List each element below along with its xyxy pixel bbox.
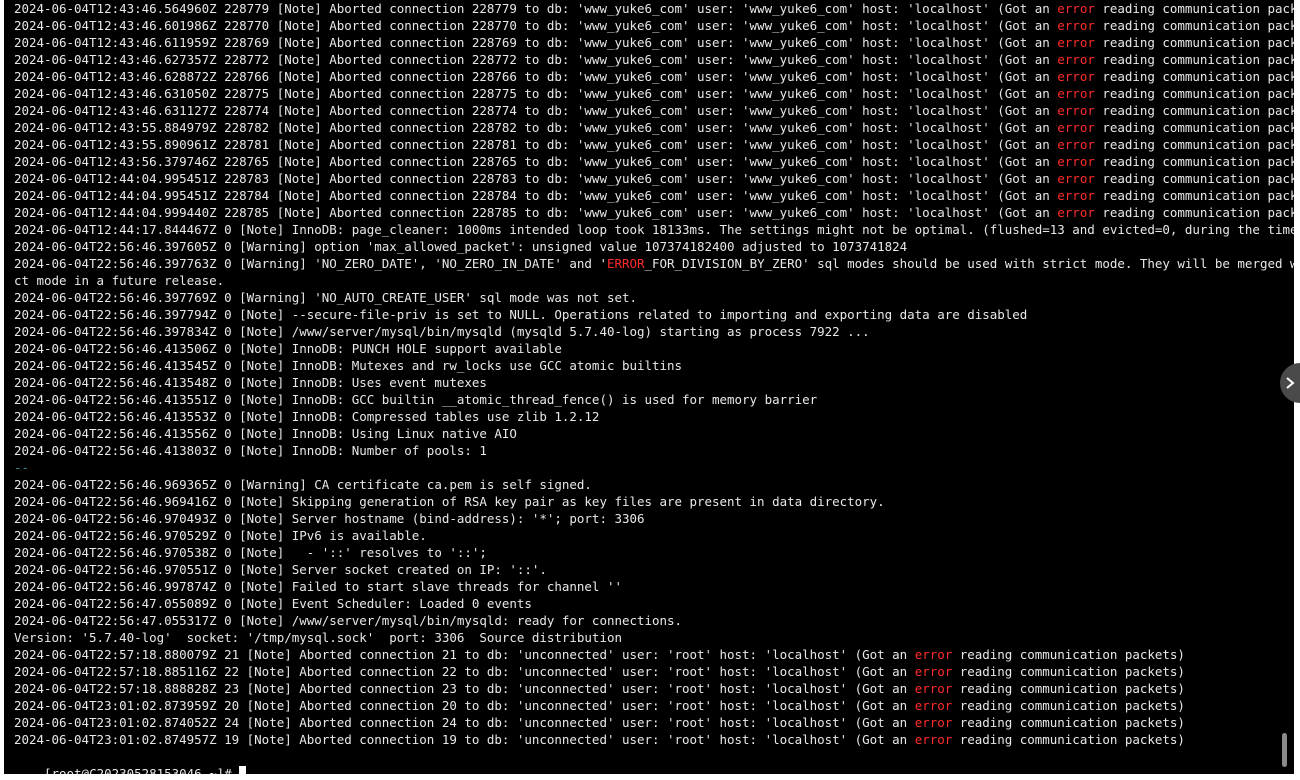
error-keyword: error (1057, 18, 1095, 33)
log-line: 2024-06-04T22:56:46.970538Z 0 [Note] - '… (14, 545, 487, 560)
error-keyword: error (914, 647, 953, 662)
error-keyword: error (1057, 188, 1095, 203)
log-line: 2024-06-04T12:43:46.601986Z 228770 [Note… (14, 18, 1294, 33)
log-line: 2024-06-04T12:43:46.628872Z 228766 [Note… (14, 69, 1294, 84)
log-line: 2024-06-04T22:56:46.397769Z 0 [Warning] … (14, 290, 637, 305)
log-line: 2024-06-04T12:43:46.564960Z 228779 [Note… (14, 1, 1294, 16)
error-keyword: error (1057, 52, 1095, 67)
log-line: 2024-06-04T12:43:46.631050Z 228775 [Note… (14, 86, 1294, 101)
log-line: 2024-06-04T23:01:02.874052Z 24 [Note] Ab… (14, 715, 1185, 730)
chevron-right-icon (1286, 377, 1295, 389)
log-line: 2024-06-04T22:56:46.413551Z 0 [Note] Inn… (14, 392, 818, 407)
log-line: 2024-06-04T22:56:46.413553Z 0 [Note] Inn… (14, 409, 600, 424)
log-line: 2024-06-04T22:56:46.397605Z 0 [Warning] … (14, 239, 908, 254)
terminal-window[interactable]: 2024-06-04T12:43:46.564960Z 228779 [Note… (4, 0, 1294, 774)
error-keyword: error (914, 664, 953, 679)
error-keyword: error (914, 681, 953, 696)
error-keyword: error (1057, 120, 1095, 135)
error-keyword: error (914, 732, 953, 747)
log-line: 2024-06-04T22:56:46.413545Z 0 [Note] Inn… (14, 358, 683, 373)
error-keyword: error (1057, 103, 1095, 118)
log-line: 2024-06-04T22:56:46.397834Z 0 [Note] /ww… (14, 324, 870, 339)
log-line: -- (14, 459, 1276, 476)
error-keyword: error (1057, 86, 1095, 101)
log-line: 2024-06-04T12:44:04.995451Z 228784 [Note… (14, 188, 1294, 203)
error-keyword: ERROR (606, 256, 645, 271)
log-line: 2024-06-04T22:56:46.970551Z 0 [Note] Ser… (14, 562, 547, 577)
error-keyword: error (1057, 1, 1095, 16)
error-keyword: error (1057, 69, 1095, 84)
log-line: 2024-06-04T22:57:18.888828Z 23 [Note] Ab… (14, 681, 1185, 696)
command-prompt-line[interactable]: [root@C20230528153046 ~]# (14, 748, 247, 774)
command-prompt: [root@C20230528153046 ~]# (44, 766, 240, 774)
log-separator: -- (14, 460, 30, 475)
log-line: 2024-06-04T22:56:46.413803Z 0 [Note] Inn… (14, 443, 487, 458)
log-line: 2024-06-04T22:56:46.413506Z 0 [Note] Inn… (14, 341, 562, 356)
error-keyword: error (1057, 137, 1095, 152)
log-line: 2024-06-04T12:44:04.999440Z 228785 [Note… (14, 205, 1294, 220)
log-line: Version: '5.7.40-log' socket: '/tmp/mysq… (14, 630, 622, 645)
log-line: 2024-06-04T22:56:46.397763Z 0 [Warning] … (14, 256, 1294, 271)
log-line: 2024-06-04T22:56:46.969365Z 0 [Warning] … (14, 477, 592, 492)
log-line: 2024-06-04T12:43:55.884979Z 228782 [Note… (14, 120, 1294, 135)
log-line: 2024-06-04T12:43:46.627357Z 228772 [Note… (14, 52, 1294, 67)
log-line: 2024-06-04T22:56:46.413548Z 0 [Note] Inn… (14, 375, 487, 390)
log-line: 2024-06-04T22:57:18.885116Z 22 [Note] Ab… (14, 664, 1185, 679)
log-line: 2024-06-04T22:56:46.970493Z 0 [Note] Ser… (14, 511, 645, 526)
terminal-output: 2024-06-04T12:43:46.564960Z 228779 [Note… (14, 0, 1294, 748)
log-line: 2024-06-04T12:43:56.379746Z 228765 [Note… (14, 154, 1294, 169)
log-line: 2024-06-04T22:56:46.397794Z 0 [Note] --s… (14, 307, 1028, 322)
error-keyword: error (1057, 35, 1095, 50)
log-line: 2024-06-04T12:44:04.995451Z 228783 [Note… (14, 171, 1294, 186)
log-line: 2024-06-04T12:43:55.890961Z 228781 [Note… (14, 137, 1294, 152)
log-line: 2024-06-04T22:56:46.970529Z 0 [Note] IPv… (14, 528, 427, 543)
error-keyword: error (1057, 154, 1095, 169)
log-line: 2024-06-04T22:56:46.413556Z 0 [Note] Inn… (14, 426, 517, 441)
log-line: 2024-06-04T22:56:47.055089Z 0 [Note] Eve… (14, 596, 532, 611)
log-line: 2024-06-04T22:56:47.055317Z 0 [Note] /ww… (14, 613, 683, 628)
error-keyword: error (914, 715, 953, 730)
log-line: 2024-06-04T22:56:46.997874Z 0 [Note] Fai… (14, 579, 622, 594)
log-line: 2024-06-04T23:01:02.873959Z 20 [Note] Ab… (14, 698, 1185, 713)
scrollbar-thumb[interactable] (1282, 733, 1287, 767)
log-line: 2024-06-04T12:43:46.631127Z 228774 [Note… (14, 103, 1294, 118)
log-line: 2024-06-04T22:57:18.880079Z 21 [Note] Ab… (14, 647, 1185, 662)
log-line: 2024-06-04T12:43:46.611959Z 228769 [Note… (14, 35, 1294, 50)
error-keyword: error (1057, 205, 1095, 220)
log-line: 2024-06-04T12:44:17.844467Z 0 [Note] Inn… (14, 222, 1294, 237)
log-line: ct mode in a future release. (14, 273, 225, 288)
error-keyword: error (1057, 171, 1095, 186)
log-line: 2024-06-04T23:01:02.874957Z 19 [Note] Ab… (14, 732, 1185, 747)
log-line: 2024-06-04T22:56:46.969416Z 0 [Note] Ski… (14, 494, 885, 509)
text-cursor (239, 766, 247, 774)
error-keyword: error (914, 698, 953, 713)
